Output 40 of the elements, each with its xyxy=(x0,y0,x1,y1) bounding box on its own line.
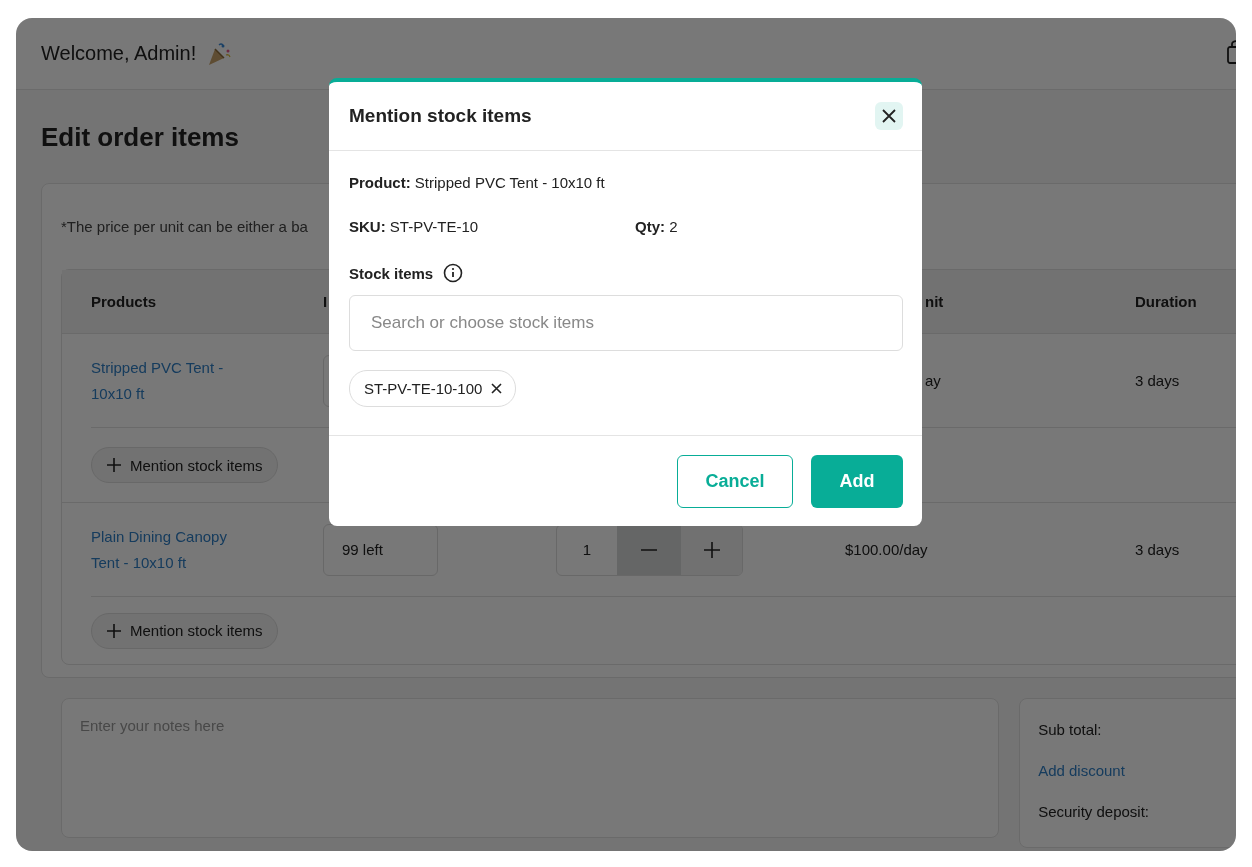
column-header: I xyxy=(323,293,329,310)
sub-total-label: Sub total: xyxy=(1038,721,1103,738)
remove-icon[interactable] xyxy=(491,383,503,394)
close-icon xyxy=(881,108,897,124)
mention-stock-button[interactable]: Mention stock items xyxy=(91,447,278,483)
add-button[interactable]: Add xyxy=(811,454,903,508)
security-deposit-label: Security deposit: xyxy=(1038,803,1150,820)
info-icon[interactable] xyxy=(443,263,464,283)
plus-icon xyxy=(702,540,721,559)
price-note: *The price per unit can be either a ba xyxy=(61,217,308,237)
decrement-button[interactable] xyxy=(617,524,681,575)
plus-icon xyxy=(106,622,122,639)
stock-search-field[interactable]: Search or choose stock items xyxy=(349,295,903,351)
qty-info: Qty: 2 xyxy=(635,217,679,237)
increment-button[interactable] xyxy=(681,524,742,575)
quantity-stepper[interactable]: 1 xyxy=(556,523,743,576)
column-header: Duration xyxy=(1135,293,1198,310)
welcome-text: Welcome, Admin! xyxy=(41,42,197,65)
column-header: nit xyxy=(924,293,945,310)
product-link[interactable]: Stripped PVC Tent - 10x10 ft xyxy=(91,354,251,407)
price-cell-text: $100.00/day xyxy=(845,541,929,558)
sku-info: SKU: ST-PV-TE-10 xyxy=(349,217,480,237)
minus-icon xyxy=(640,548,658,551)
duration-cell-text: 3 days xyxy=(1135,541,1181,558)
page-title: Edit order items xyxy=(41,121,239,154)
modal-title: Mention stock items xyxy=(349,105,532,127)
product-info: Product: Stripped PVC Tent - 10x10 ft xyxy=(349,173,606,193)
product-link[interactable]: Plain Dining Canopy Tent - 10x10 ft xyxy=(91,523,251,576)
stock-item-chip: ST-PV-TE-10-100 xyxy=(349,370,517,407)
cancel-button[interactable]: Cancel xyxy=(677,454,793,508)
column-header: Products xyxy=(91,293,157,310)
inventory-field: 99 left xyxy=(323,523,438,576)
close-button[interactable] xyxy=(875,102,903,130)
party-popper-icon xyxy=(206,40,233,67)
plus-icon xyxy=(106,457,122,473)
duration-cell-text: 3 days xyxy=(1135,372,1181,389)
stock-items-label: Stock items xyxy=(349,264,434,282)
add-discount-link[interactable]: Add discount xyxy=(1038,762,1236,779)
table-cell-text: ay xyxy=(924,372,942,389)
mention-stock-button[interactable]: Mention stock items xyxy=(91,612,278,649)
